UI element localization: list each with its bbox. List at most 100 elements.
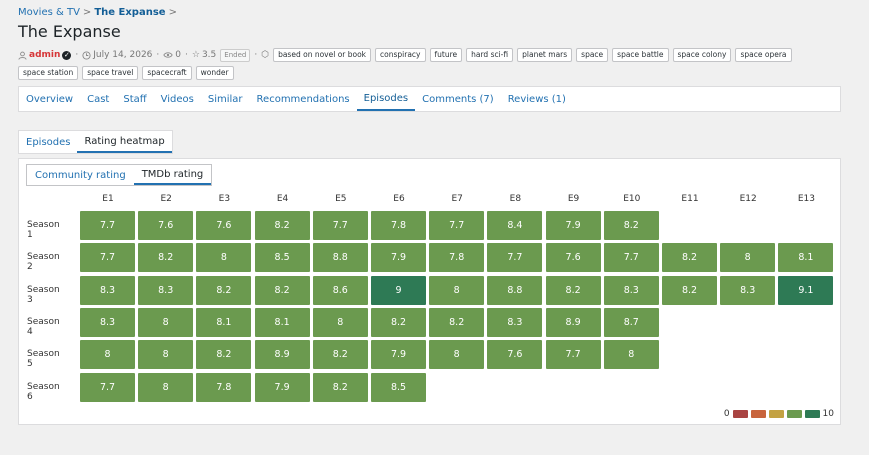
heatmap-cell[interactable]: 8.3 bbox=[138, 275, 194, 305]
heatmap-cell[interactable]: 7.9 bbox=[545, 211, 601, 240]
heatmap-cell[interactable]: 8.2 bbox=[603, 211, 659, 240]
eye-icon bbox=[163, 52, 173, 58]
heatmap-cell[interactable]: 7.6 bbox=[487, 340, 543, 370]
tag-space-opera[interactable]: space opera bbox=[735, 48, 792, 62]
heatmap-cell[interactable]: 8 bbox=[720, 243, 776, 273]
tab-episodes[interactable]: Episodes bbox=[356, 87, 416, 111]
tab-similar[interactable]: Similar bbox=[201, 87, 250, 111]
column-header-e5: E5 bbox=[335, 194, 347, 204]
tag-hard-sci-fi[interactable]: hard sci-fi bbox=[466, 48, 514, 62]
tab-overview[interactable]: Overview bbox=[19, 87, 80, 111]
heatmap-cell[interactable]: 8.2 bbox=[312, 340, 368, 370]
heatmap-cell[interactable]: 7.8 bbox=[196, 372, 252, 402]
tab-recommendations[interactable]: Recommendations bbox=[250, 87, 357, 111]
heatmap-cell[interactable]: 8 bbox=[429, 275, 485, 305]
source-tab-tmdb-rating[interactable]: TMDb rating bbox=[133, 165, 212, 185]
heatmap-cell[interactable]: 8.3 bbox=[80, 275, 135, 305]
heatmap-cell[interactable]: 8 bbox=[138, 372, 194, 402]
breadcrumb-parent-link[interactable]: Movies & TV bbox=[18, 7, 80, 18]
legend-swatch-mid bbox=[768, 410, 784, 418]
heatmap-cell[interactable]: 8.5 bbox=[254, 243, 310, 273]
heatmap-cell[interactable]: 8 bbox=[80, 340, 135, 370]
breadcrumb-current[interactable]: The Expanse bbox=[94, 7, 165, 18]
heatmap-cell[interactable]: 8.2 bbox=[662, 275, 717, 305]
heatmap-cell[interactable]: 8.2 bbox=[196, 275, 252, 305]
tab-comments-7[interactable]: Comments (7) bbox=[415, 87, 501, 111]
subtab-episodes[interactable]: Episodes bbox=[19, 131, 77, 153]
heatmap-cell[interactable]: 8.7 bbox=[603, 307, 659, 337]
heatmap-cell[interactable]: 8 bbox=[138, 340, 194, 370]
views-meta: 0 bbox=[163, 50, 181, 60]
heatmap-cell[interactable]: 7.9 bbox=[254, 372, 310, 402]
source-tab-community-rating[interactable]: Community rating bbox=[27, 165, 134, 185]
tag-space-colony[interactable]: space colony bbox=[672, 48, 732, 62]
heatmap-cell[interactable]: 8 bbox=[429, 340, 485, 370]
heatmap-cell[interactable]: 7.7 bbox=[80, 243, 135, 273]
rating-source-tabs: Community rating TMDb rating bbox=[26, 164, 213, 186]
tag-space-travel[interactable]: space travel bbox=[82, 66, 139, 80]
heatmap-cell[interactable]: 7.7 bbox=[80, 372, 135, 402]
tag-space[interactable]: space bbox=[576, 48, 609, 62]
tab-reviews-1[interactable]: Reviews (1) bbox=[501, 87, 573, 111]
heatmap-cell[interactable]: 8.2 bbox=[138, 243, 194, 273]
heatmap-cell[interactable]: 7.9 bbox=[371, 243, 426, 273]
heatmap-cell[interactable]: 8 bbox=[196, 243, 252, 273]
tag-future[interactable]: future bbox=[429, 48, 463, 62]
heatmap-cell[interactable]: 8.4 bbox=[487, 211, 543, 240]
subtab-rating-heatmap[interactable]: Rating heatmap bbox=[77, 131, 172, 153]
heatmap-cell[interactable]: 8.2 bbox=[254, 275, 310, 305]
tag-space-battle[interactable]: space battle bbox=[612, 48, 669, 62]
heatmap-cell[interactable]: 8.8 bbox=[312, 243, 368, 273]
heatmap-cell[interactable]: 7.6 bbox=[138, 211, 194, 240]
heatmap-cell[interactable]: 8.2 bbox=[254, 211, 310, 240]
heatmap-cell[interactable]: 8.6 bbox=[312, 275, 368, 305]
heatmap-cell[interactable]: 8.3 bbox=[80, 307, 135, 337]
heatmap-cell[interactable]: 7.7 bbox=[429, 211, 485, 240]
heatmap-cell[interactable]: 7.6 bbox=[545, 243, 601, 273]
heatmap-cell[interactable]: 7.8 bbox=[371, 211, 426, 240]
page-title: The Expanse bbox=[18, 22, 121, 41]
verified-icon: ✓ bbox=[62, 50, 72, 60]
heatmap-cell[interactable]: 8.2 bbox=[429, 307, 485, 337]
heatmap-cell[interactable]: 8.1 bbox=[778, 243, 834, 273]
heatmap-cell[interactable]: 8.1 bbox=[196, 307, 252, 337]
heatmap-cell[interactable]: 8.2 bbox=[371, 307, 426, 337]
heatmap-cell[interactable]: 7.8 bbox=[429, 243, 485, 273]
tag-planet-mars[interactable]: planet mars bbox=[517, 48, 573, 62]
heatmap-cell[interactable]: 8.2 bbox=[662, 243, 717, 273]
heatmap-cell[interactable]: 8.9 bbox=[254, 340, 310, 370]
heatmap-cell[interactable]: 8.3 bbox=[720, 275, 776, 305]
tag-space-station[interactable]: space station bbox=[18, 66, 79, 80]
tag-spacecraft[interactable]: spacecraft bbox=[142, 66, 192, 80]
tab-cast[interactable]: Cast bbox=[80, 87, 116, 111]
heatmap-cell[interactable]: 8.5 bbox=[371, 372, 426, 402]
heatmap-cell[interactable]: 8 bbox=[138, 307, 194, 337]
heatmap-cell[interactable]: 7.7 bbox=[545, 340, 601, 370]
heatmap-cell[interactable]: 8.8 bbox=[487, 275, 543, 305]
heatmap-cell[interactable]: 8 bbox=[603, 340, 659, 370]
heatmap-cell[interactable]: 7.6 bbox=[196, 211, 252, 240]
heatmap-cell[interactable]: 7.7 bbox=[312, 211, 368, 240]
tag-wonder[interactable]: wonder bbox=[195, 66, 234, 80]
heatmap-cell[interactable]: 8 bbox=[312, 307, 368, 337]
heatmap-cell[interactable]: 8.3 bbox=[487, 307, 543, 337]
author-link[interactable]: admin bbox=[29, 50, 60, 60]
heatmap-cell[interactable]: 8.1 bbox=[254, 307, 310, 337]
heatmap-cell[interactable]: 8.2 bbox=[196, 340, 252, 370]
tab-staff[interactable]: Staff bbox=[116, 87, 153, 111]
heatmap-cell[interactable]: 8.9 bbox=[545, 307, 601, 337]
heatmap-cell[interactable]: 7.7 bbox=[80, 211, 135, 240]
row-header-season-6: Season 6 bbox=[27, 381, 60, 402]
legend-swatch-top bbox=[804, 410, 820, 418]
tag-based-on-novel-or-book[interactable]: based on novel or book bbox=[273, 48, 372, 62]
heatmap-cell[interactable]: 7.7 bbox=[603, 243, 659, 273]
tag-conspiracy[interactable]: conspiracy bbox=[375, 48, 426, 62]
heatmap-cell[interactable]: 9.1 bbox=[778, 275, 834, 305]
heatmap-cell[interactable]: 8.2 bbox=[312, 372, 368, 402]
heatmap-cell[interactable]: 9 bbox=[371, 275, 426, 305]
heatmap-cell[interactable]: 7.7 bbox=[487, 243, 543, 273]
tab-videos[interactable]: Videos bbox=[154, 87, 201, 111]
heatmap-cell[interactable]: 8.3 bbox=[603, 275, 659, 305]
heatmap-cell[interactable]: 7.9 bbox=[371, 340, 426, 370]
heatmap-cell[interactable]: 8.2 bbox=[545, 275, 601, 305]
